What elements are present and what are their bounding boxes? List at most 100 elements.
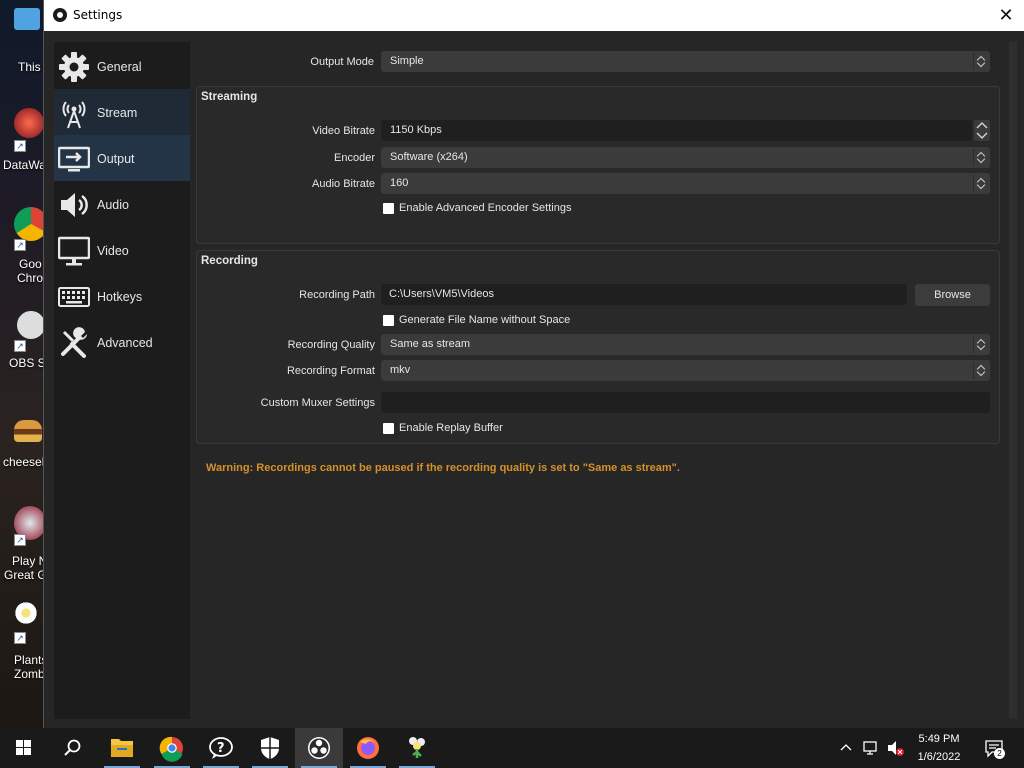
plant-icon [409, 737, 425, 758]
obs-logo-icon [53, 8, 67, 22]
recording-quality-value: Same as stream [390, 338, 471, 350]
antenna-icon [62, 101, 86, 129]
computer-icon [14, 8, 40, 30]
network-icon[interactable] [862, 739, 880, 757]
shortcut-arrow-icon: ↗ [14, 239, 26, 251]
obs-icon [14, 308, 44, 342]
video-bitrate-value: 1150 Kbps [390, 124, 442, 136]
recording-path-field[interactable]: C:\Users\VM5\Videos [381, 284, 907, 305]
output-icon [58, 146, 90, 172]
recording-quality-select[interactable]: Same as stream [381, 334, 990, 355]
output-mode-value: Simple [390, 55, 424, 67]
title-bar: Settings ✕ [44, 0, 1024, 31]
sidebar-item-audio[interactable]: Audio [54, 181, 190, 227]
taskbar-security[interactable] [246, 728, 294, 768]
shortcut-arrow-icon: ↗ [14, 534, 26, 546]
firefox-icon [357, 737, 379, 759]
burger-icon [14, 420, 42, 442]
chevron-up-icon[interactable] [838, 740, 854, 756]
taskbar-firefox[interactable] [344, 728, 392, 768]
custom-muxer-field[interactable] [381, 392, 990, 413]
desktop: This ↗ DataWa ↗ Goo Chro ↗ OBS St cheese… [0, 0, 44, 728]
shield-icon [261, 737, 279, 759]
sidebar-item-label: Hotkeys [97, 290, 143, 304]
chevron-updown-icon [973, 362, 987, 379]
checkbox-label: Enable Replay Buffer [399, 422, 503, 434]
output-mode-select[interactable]: Simple [381, 51, 990, 72]
clock-time[interactable]: 5:49 PM [908, 733, 970, 745]
tools-icon [61, 327, 87, 358]
recording-format-select[interactable]: mkv [381, 360, 990, 381]
desktop-icon-label: Goo [19, 257, 42, 271]
video-bitrate-spinner[interactable] [974, 120, 990, 141]
chrome-icon [14, 207, 44, 241]
folder-icon [111, 739, 133, 757]
sidebar-item-stream[interactable]: Stream [54, 89, 190, 135]
output-settings-panel: Output Mode Simple Streaming Video Bitra… [194, 42, 1009, 732]
encoder-select[interactable]: Software (x264) [381, 147, 990, 168]
sidebar-item-video[interactable]: Video [54, 227, 190, 273]
desktop-icon-label: Chro [17, 271, 44, 285]
video-bitrate-label: Video Bitrate [312, 125, 375, 137]
windows-icon [16, 740, 31, 755]
sidebar-item-output[interactable]: Output [54, 135, 190, 181]
start-button[interactable] [0, 728, 48, 768]
notification-center-button[interactable]: 2 [984, 738, 1005, 759]
streaming-group-title: Streaming [201, 91, 258, 103]
recording-format-value: mkv [390, 364, 411, 376]
settings-window: Settings ✕ General Stream Output Audio V… [43, 0, 1024, 728]
audio-bitrate-value: 160 [390, 177, 409, 189]
chevron-updown-icon [973, 175, 987, 192]
desktop-icon-label: This [18, 60, 41, 74]
settings-sidebar: General Stream Output Audio Video Hotkey… [54, 42, 190, 719]
sidebar-item-general[interactable]: General [54, 43, 190, 89]
checkbox-box[interactable] [383, 315, 394, 326]
desktop-icon-label: DataWa [3, 158, 44, 172]
sidebar-item-label: Advanced [97, 336, 153, 350]
sidebar-item-label: Video [97, 244, 129, 258]
video-bitrate-field[interactable]: 1150 Kbps [381, 120, 972, 141]
sidebar-item-label: Audio [97, 198, 129, 212]
taskbar-help[interactable]: ? [197, 728, 245, 768]
checkbox-box[interactable] [383, 423, 394, 434]
recording-path-label: Recording Path [299, 289, 375, 301]
chevron-updown-icon [973, 149, 987, 166]
taskbar-plants-vs-zombies[interactable] [393, 728, 441, 768]
browse-button[interactable]: Browse [915, 284, 990, 306]
shortcut-arrow-icon: ↗ [14, 632, 26, 644]
recording-quality-label: Recording Quality [287, 339, 375, 351]
checkbox-label: Enable Advanced Encoder Settings [399, 202, 572, 214]
recording-warning: Warning: Recordings cannot be paused if … [206, 462, 680, 474]
encoder-value: Software (x264) [390, 151, 468, 163]
desktop-icon-label: cheeseb [3, 455, 44, 469]
clock-date[interactable]: 1/6/2022 [908, 751, 970, 763]
search-button[interactable] [48, 728, 96, 768]
gear-icon [59, 52, 89, 82]
chevron-updown-icon [973, 336, 987, 353]
audio-bitrate-select[interactable]: 160 [381, 173, 990, 194]
taskbar: ? 5:49 PM 1/6/2022 2 [0, 728, 1024, 768]
desktop-icon-label: Play N [12, 554, 44, 568]
sidebar-item-hotkeys[interactable]: Hotkeys [54, 273, 190, 319]
close-button[interactable]: ✕ [995, 4, 1017, 26]
help-chat-icon: ? [209, 737, 233, 759]
taskbar-chrome[interactable] [148, 728, 196, 768]
recording-path-value: C:\Users\VM5\Videos [389, 288, 494, 300]
panel-scrollbar[interactable] [1009, 42, 1017, 718]
sidebar-item-label: General [97, 60, 142, 74]
output-mode-label: Output Mode [310, 56, 374, 68]
audio-bitrate-label: Audio Bitrate [312, 178, 375, 190]
checkbox-box[interactable] [383, 203, 394, 214]
recording-format-label: Recording Format [286, 365, 375, 377]
volume-muted-icon[interactable] [886, 739, 906, 757]
taskbar-obs[interactable] [295, 728, 343, 768]
speaker-icon [61, 193, 88, 217]
obs-icon [308, 737, 330, 759]
desktop-icon-label: Plants [14, 653, 44, 667]
taskbar-file-explorer[interactable] [98, 728, 146, 768]
chrome-icon [159, 736, 183, 762]
sidebar-item-advanced[interactable]: Advanced [54, 319, 190, 365]
datawarrior-icon [14, 108, 44, 138]
desktop-icon-label: OBS St [9, 356, 44, 370]
flower-icon [14, 600, 38, 626]
